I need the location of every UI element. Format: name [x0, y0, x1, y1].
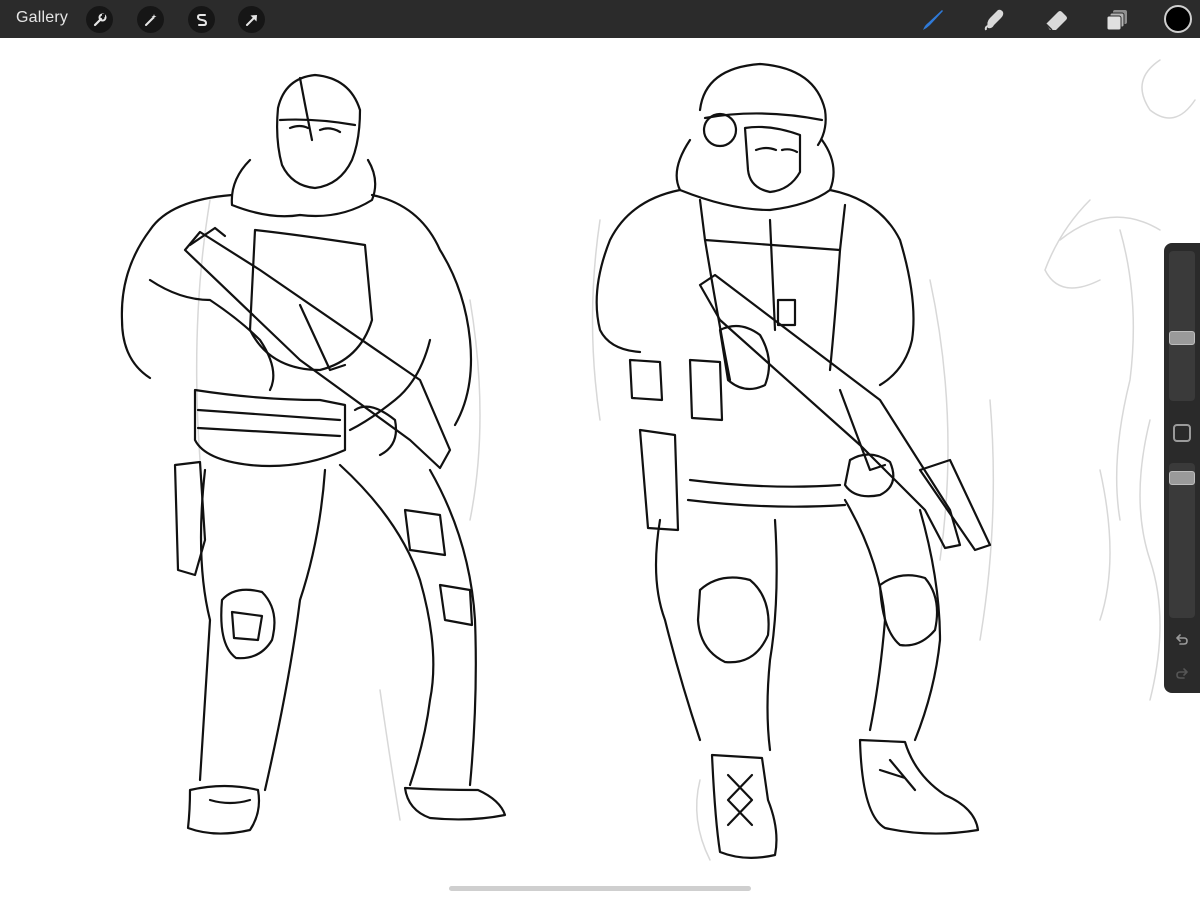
wrench-icon [93, 13, 106, 26]
gallery-button[interactable]: Gallery [16, 9, 68, 27]
smudge-icon [984, 9, 1004, 31]
brush-size-handle[interactable] [1169, 331, 1195, 345]
selection-s-icon [196, 13, 207, 26]
undo-button[interactable] [1171, 629, 1193, 651]
redo-icon [1176, 668, 1188, 679]
opacity-slider[interactable] [1169, 463, 1195, 618]
brush-sidebar [1164, 243, 1200, 693]
sketch-artwork [120, 59, 1196, 861]
layers-tool-button[interactable] [1104, 6, 1132, 34]
actions-button[interactable] [86, 6, 113, 33]
brush-size-slider[interactable] [1169, 251, 1195, 401]
top-toolbar: Gallery [0, 0, 1200, 38]
adjustments-button[interactable] [137, 6, 164, 33]
arrow-cursor-icon [245, 14, 257, 26]
selection-button[interactable] [188, 6, 215, 33]
drawing-canvas[interactable] [0, 38, 1200, 899]
brush-icon [923, 10, 943, 30]
home-indicator[interactable] [449, 886, 751, 891]
magic-wand-icon [144, 13, 156, 26]
redo-button[interactable] [1171, 663, 1193, 685]
eraser-tool-button[interactable] [1042, 6, 1070, 34]
layers-icon [1106, 10, 1127, 31]
undo-icon [1176, 634, 1188, 645]
opacity-handle[interactable] [1169, 471, 1195, 485]
color-picker-button[interactable] [1164, 5, 1192, 33]
transform-button[interactable] [238, 6, 265, 33]
smudge-tool-button[interactable] [980, 6, 1008, 34]
brush-tool-button[interactable] [918, 6, 946, 34]
modify-button[interactable] [1173, 424, 1191, 442]
eraser-icon [1045, 11, 1067, 31]
